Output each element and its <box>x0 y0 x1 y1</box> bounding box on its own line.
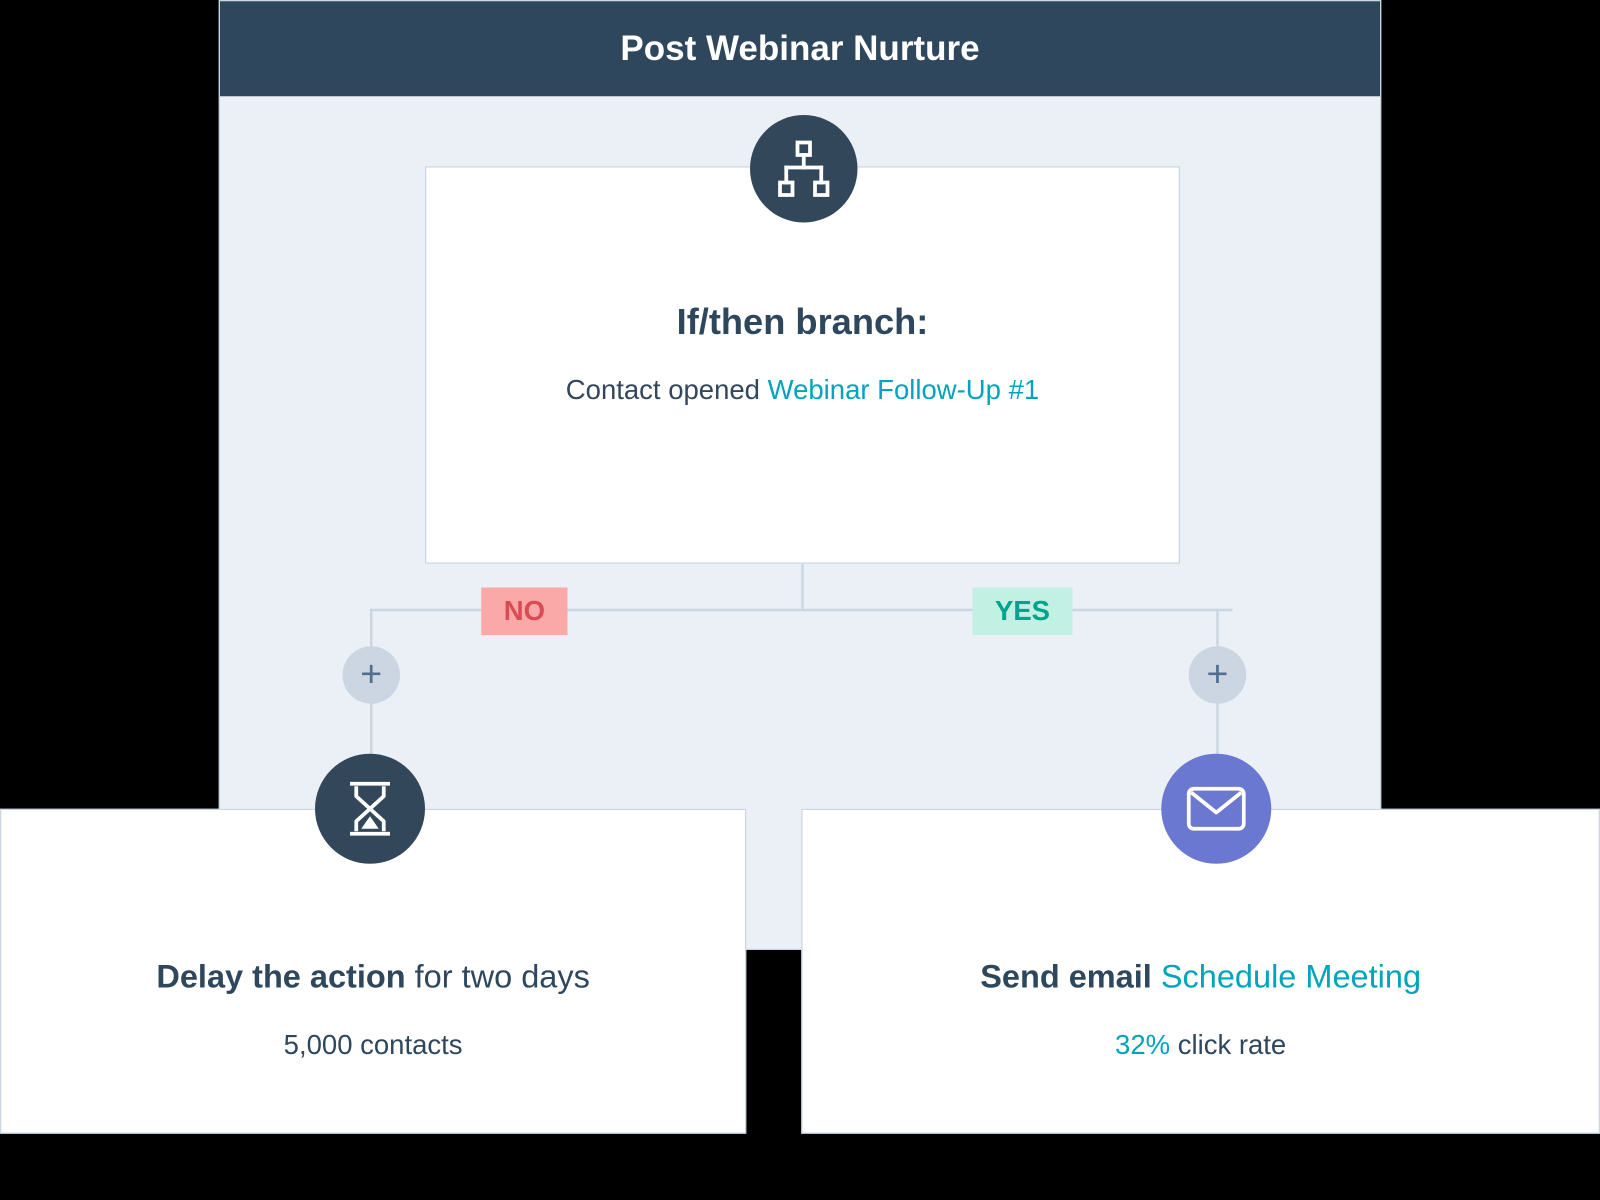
branch-icon <box>750 115 858 223</box>
email-stat-value: 32% <box>1115 1029 1170 1060</box>
page-title: Post Webinar Nurture <box>620 29 979 69</box>
workflow-canvas: Post Webinar Nurture If/then branch: Con… <box>0 0 1600 1200</box>
delay-title-bold: Delay the action <box>156 958 405 996</box>
branch-title: If/then branch: <box>426 303 1179 344</box>
header-bar: Post Webinar Nurture <box>220 1 1380 96</box>
branch-card[interactable]: If/then branch: Contact opened Webinar F… <box>425 166 1180 564</box>
hourglass-icon <box>315 754 425 864</box>
branch-yes-label: YES <box>973 588 1073 636</box>
branch-no-label: NO <box>481 588 567 636</box>
plus-icon: + <box>360 654 382 697</box>
add-step-button-yes[interactable]: + <box>1189 646 1247 704</box>
delay-sub: 5,000 contacts <box>1 1029 745 1062</box>
email-icon <box>1161 754 1271 864</box>
connector-line <box>801 564 804 612</box>
branch-desc-link[interactable]: Webinar Follow-Up #1 <box>768 374 1040 405</box>
delay-title: Delay the action for two days <box>1 958 745 997</box>
add-step-button-no[interactable]: + <box>343 646 401 704</box>
delay-title-rest: for two days <box>406 958 590 996</box>
email-stat-rest: click rate <box>1170 1029 1286 1060</box>
plus-icon: + <box>1207 654 1229 697</box>
branch-desc-prefix: Contact opened <box>566 374 768 405</box>
email-title-bold: Send email <box>980 958 1161 996</box>
email-sub: 32% click rate <box>803 1029 1599 1062</box>
email-title: Send email Schedule Meeting <box>803 958 1599 997</box>
branch-description: Contact opened Webinar Follow-Up #1 <box>426 374 1179 407</box>
email-title-link[interactable]: Schedule Meeting <box>1161 958 1421 996</box>
